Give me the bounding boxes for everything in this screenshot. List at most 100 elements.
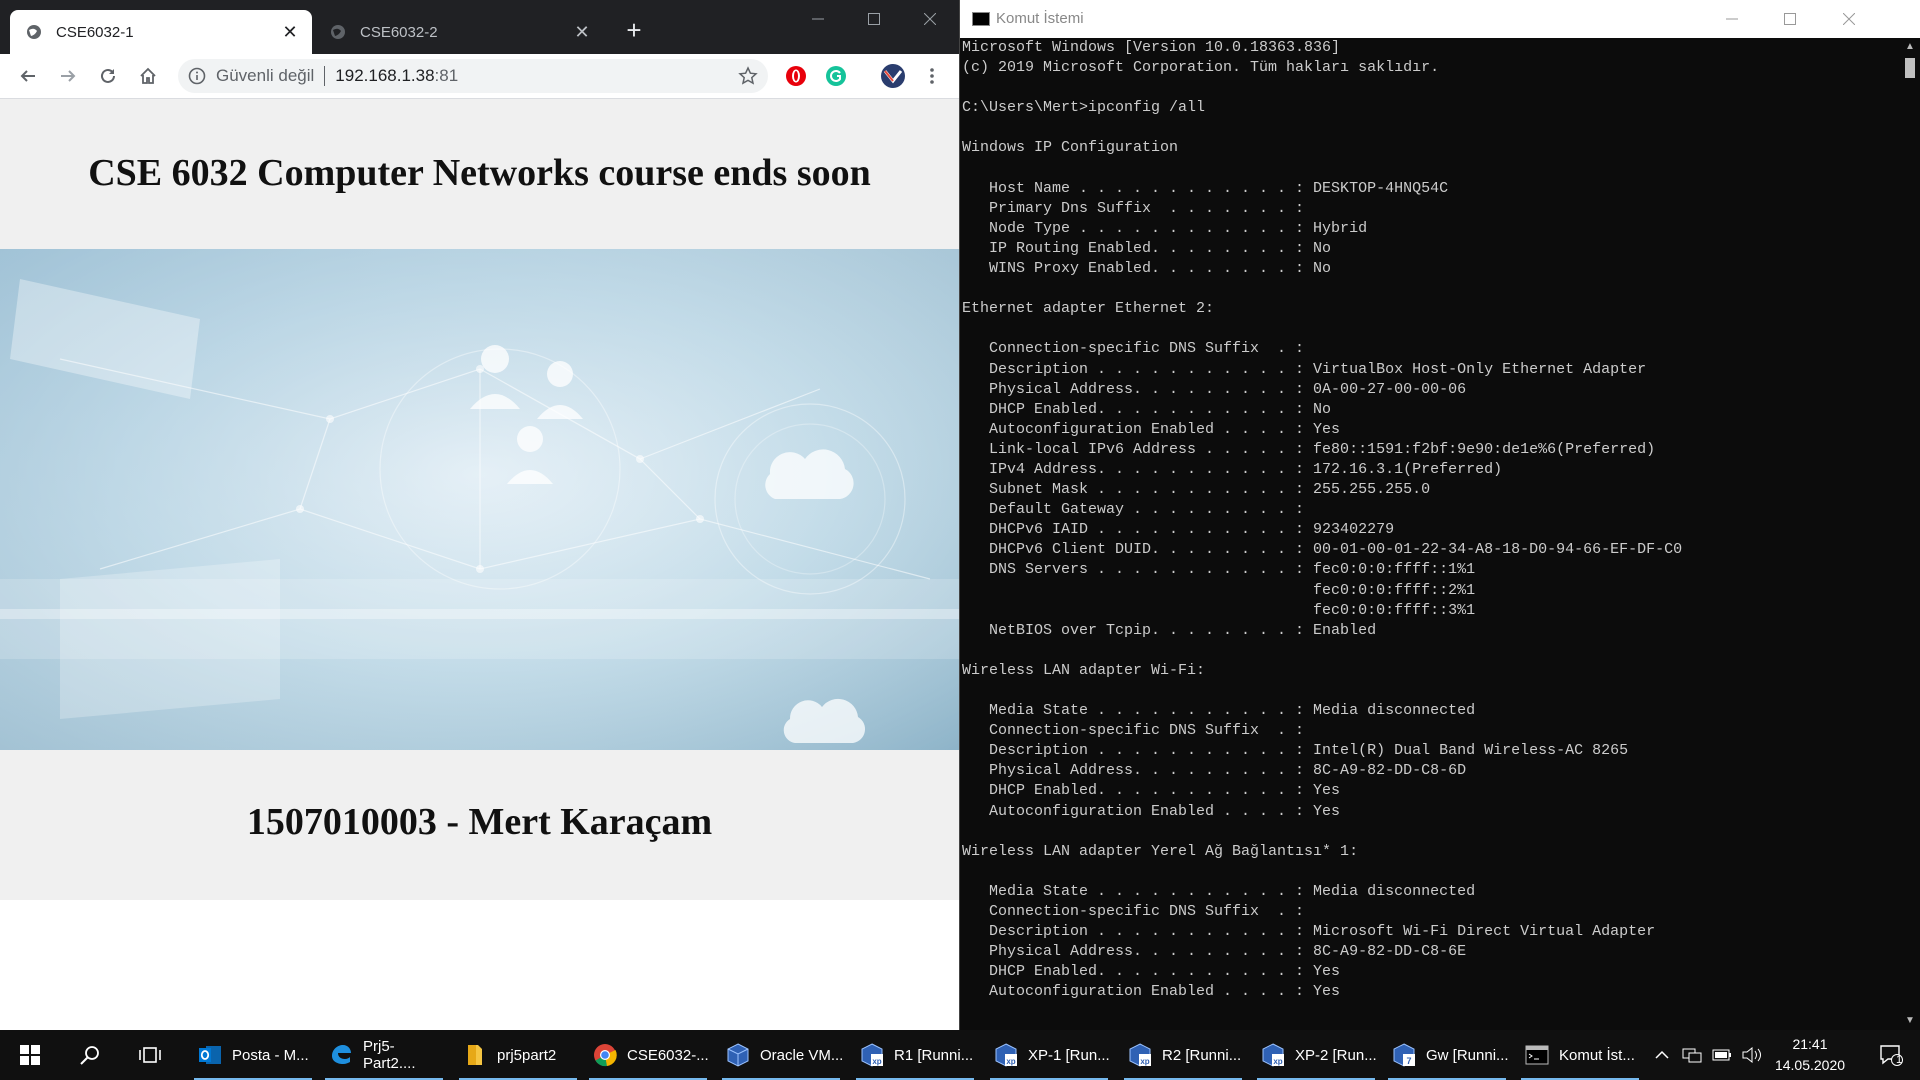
taskbar-app-label: prj5part2: [497, 1046, 557, 1064]
scroll-thumb[interactable]: [1905, 58, 1915, 78]
close-tab-icon[interactable]: ✕: [572, 22, 592, 42]
svg-text:7: 7: [1406, 1056, 1411, 1066]
battery-tray-button[interactable]: [1708, 1030, 1736, 1080]
maximize-button[interactable]: [851, 0, 897, 38]
taskbar-app-3[interactable]: prj5part2: [455, 1030, 581, 1080]
console-output[interactable]: Microsoft Windows [Version 10.0.18363.83…: [962, 38, 1898, 1030]
tab-cse6032-2[interactable]: CSE6032-2 ✕: [314, 10, 604, 54]
new-tab-button[interactable]: +: [620, 16, 648, 44]
cmd-icon: [1525, 1043, 1549, 1067]
search-button[interactable]: [60, 1030, 120, 1080]
network-tray-button[interactable]: [1678, 1030, 1706, 1080]
cmd-icon: [972, 12, 990, 26]
svg-text:xp: xp: [1273, 1057, 1282, 1066]
taskbar-app-label: XP-1 [Run...: [1028, 1046, 1110, 1064]
taskbar-app-label: Oracle VM...: [760, 1046, 844, 1064]
console-minimize-button[interactable]: [1703, 0, 1761, 38]
taskbar-app-label: Posta - M...: [232, 1046, 309, 1064]
svg-text:xp: xp: [1006, 1057, 1015, 1066]
system-clock[interactable]: 21:41 14.05.2020: [1760, 1034, 1860, 1076]
taskbar-app-2[interactable]: Prj5-Part2....: [321, 1030, 447, 1080]
battery-icon: [1712, 1049, 1731, 1061]
taskbar-app-11[interactable]: Komut İst...: [1517, 1030, 1643, 1080]
address-host: 192.168.1.38: [335, 66, 435, 85]
arrow-left-icon: [20, 70, 35, 82]
home-button[interactable]: [134, 62, 162, 90]
vm-xp-icon: xp: [860, 1043, 884, 1067]
vm-xp-icon: xp: [1261, 1043, 1285, 1067]
taskbar-app-label: R2 [Runni...: [1162, 1046, 1242, 1064]
search-icon: [80, 1046, 99, 1065]
scroll-down-arrow-icon[interactable]: ▼: [1900, 1012, 1920, 1030]
console-title: Komut İstemi: [996, 10, 1084, 27]
home-icon: [140, 67, 156, 84]
svg-text:xp: xp: [1140, 1057, 1149, 1066]
action-center-button[interactable]: 1: [1866, 1030, 1916, 1080]
minimize-button[interactable]: [795, 0, 841, 38]
speaker-icon: [1742, 1047, 1761, 1063]
console-text: Microsoft Windows [Version 10.0.18363.83…: [962, 39, 1683, 1001]
show-hidden-icons-button[interactable]: [1648, 1030, 1676, 1080]
taskbar-app-7[interactable]: xp XP-1 [Run...: [986, 1030, 1112, 1080]
taskbar: Posta - M... Prj5-Part2.... prj5part2 CSE60…: [0, 1030, 1920, 1080]
tab-title: CSE6032-2: [360, 23, 438, 41]
reload-button[interactable]: [94, 62, 122, 90]
scroll-up-arrow-icon[interactable]: ▲: [1900, 38, 1920, 56]
taskbar-app-1[interactable]: Posta - M...: [190, 1030, 316, 1080]
clock-time: 21:41: [1792, 1036, 1828, 1052]
globe-icon: [27, 25, 41, 39]
virtualbox-icon: [726, 1043, 750, 1067]
taskbar-app-8[interactable]: xp R2 [Runni...: [1120, 1030, 1246, 1080]
tab-title: CSE6032-1: [56, 23, 134, 41]
close-tab-icon[interactable]: ✕: [280, 22, 300, 42]
chevron-up-icon: [1655, 1050, 1669, 1059]
taskbar-app-label: Gw [Runni...: [1426, 1046, 1509, 1064]
page-title: CSE 6032 Computer Networks course ends s…: [88, 152, 871, 194]
profile-avatar-icon[interactable]: [880, 63, 906, 89]
security-label: Güvenli değil: [216, 66, 315, 85]
taskbar-app-6[interactable]: xp R1 [Runni...: [852, 1030, 978, 1080]
console-scrollbar[interactable]: ▲ ▼: [1900, 38, 1920, 1030]
console-maximize-button[interactable]: [1761, 0, 1819, 38]
bookmark-star-icon[interactable]: [738, 66, 758, 86]
chrome-menu-button[interactable]: [918, 62, 946, 90]
taskbar-app-label: CSE6032-...: [627, 1046, 709, 1064]
network-banner-image: [0, 249, 959, 750]
back-button[interactable]: [14, 62, 42, 90]
opera-vpn-extension-icon[interactable]: [785, 65, 807, 87]
more-vert-icon: [930, 68, 934, 84]
taskbar-app-9[interactable]: xp XP-2 [Run...: [1253, 1030, 1379, 1080]
arrow-right-icon: [61, 70, 76, 82]
outlook-icon: [198, 1043, 222, 1067]
close-window-button[interactable]: [907, 0, 953, 38]
taskbar-app-4[interactable]: CSE6032-...: [585, 1030, 711, 1080]
heading-section: CSE 6032 Computer Networks course ends s…: [0, 99, 959, 249]
address-separator: [324, 66, 326, 86]
forward-button[interactable]: [54, 62, 82, 90]
network-icon: [1682, 1048, 1702, 1063]
grammarly-extension-icon[interactable]: [825, 65, 847, 87]
browser-window: CSE6032-1 ✕ CSE6032-2 ✕ + Güvenli değil: [0, 0, 959, 1030]
tab-cse6032-1[interactable]: CSE6032-1 ✕: [10, 10, 312, 54]
task-view-icon: [139, 1047, 161, 1063]
info-icon[interactable]: [188, 67, 206, 85]
console-title-bar: Komut İstemi: [960, 0, 1920, 38]
task-view-button[interactable]: [120, 1030, 180, 1080]
start-button[interactable]: [0, 1030, 60, 1080]
svg-text:xp: xp: [872, 1057, 881, 1066]
notification-count: 1: [1896, 1054, 1903, 1066]
folder-icon: [463, 1043, 487, 1067]
command-prompt-window: Komut İstemi Microsoft Windows [Version …: [959, 0, 1920, 1030]
console-close-button[interactable]: [1819, 0, 1879, 38]
windows-logo-icon: [20, 1045, 40, 1065]
chrome-icon: [593, 1043, 617, 1067]
taskbar-app-label: XP-2 [Run...: [1295, 1046, 1377, 1064]
taskbar-app-label: Komut İst...: [1559, 1046, 1635, 1064]
student-section: 1507010003 - Mert Karaçam: [0, 750, 959, 900]
tab-strip: CSE6032-1 ✕ CSE6032-2 ✕ +: [0, 0, 959, 54]
taskbar-app-5[interactable]: Oracle VM...: [718, 1030, 844, 1080]
address-bar[interactable]: Güvenli değil 192.168.1.38:81: [178, 59, 768, 93]
taskbar-app-10[interactable]: 7 Gw [Runni...: [1384, 1030, 1510, 1080]
web-page: CSE 6032 Computer Networks course ends s…: [0, 99, 959, 1030]
edge-icon: [329, 1043, 353, 1067]
